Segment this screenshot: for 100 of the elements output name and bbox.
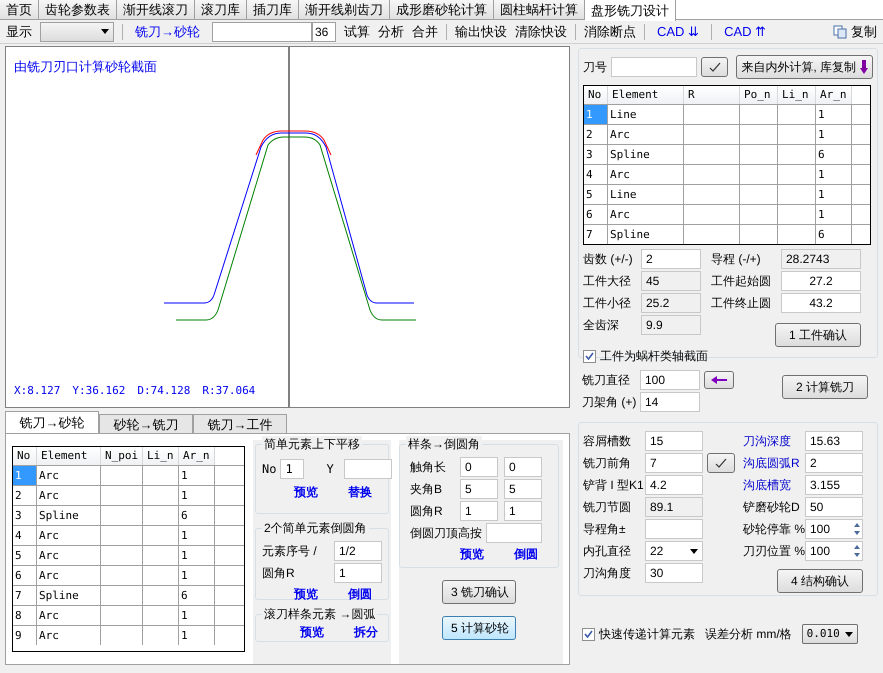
input-field[interactable]: 14 [640,392,700,412]
count-field[interactable]: 36 [312,22,336,42]
action-link[interactable]: 拆分 [354,623,378,641]
tab[interactable]: 首页 [0,0,39,19]
action-link[interactable]: 倒圆 [348,585,372,603]
input-field[interactable]: 5 [504,479,542,499]
action-link[interactable]: 替换 [348,483,372,501]
input-field[interactable]: 3.155 [805,475,863,495]
input-field[interactable]: 9.9 [641,315,701,335]
table-cell: Arc [37,566,101,585]
toolbar-button[interactable]: 消除断点 [584,22,636,42]
input-field[interactable] [645,519,703,539]
input-field[interactable]: 4.2 [645,475,703,495]
tab[interactable]: 圆柱蜗杆计算 [494,0,585,19]
tab[interactable]: 滚刀库 [195,0,247,19]
input-field[interactable]: 50 [805,497,863,517]
input-field[interactable]: 1 [460,501,498,521]
field-label: 触角长 [410,459,447,476]
tab[interactable]: 渐开线滚刀 [117,0,195,19]
action-button[interactable]: 来自内外计算, 库复制 [736,55,873,79]
input-field[interactable]: 5 [460,479,498,499]
input-field[interactable]: 45 [641,271,701,291]
check-button[interactable] [707,453,735,473]
bore-dropdown[interactable]: 22 [645,541,703,561]
display-dropdown[interactable] [40,22,114,42]
down-arrow-icon [860,60,868,74]
spin-field[interactable]: 100 [805,519,863,539]
input-field[interactable]: 2 [805,453,863,473]
action-link[interactable]: 预览 [460,545,484,563]
field-label: 工件起始圆 [711,273,772,290]
copy-button[interactable]: 复制 [833,22,877,42]
checkbox-label: 快速传递计算元素 [599,626,695,643]
checkbox[interactable] [583,350,596,362]
tab[interactable]: 盘形铣刀设计 [585,0,676,21]
input-field[interactable]: 1/2 [334,541,382,561]
input-field[interactable]: 89.1 [645,497,703,517]
column-header: Element [37,447,101,465]
input-field[interactable]: 1 [504,501,542,521]
table-cell: 8 [13,606,37,625]
action-link[interactable]: 预览 [300,623,324,641]
input-field[interactable] [611,57,697,77]
input-field[interactable]: 30 [645,563,703,583]
table-cell: 1 [13,466,37,485]
check-button[interactable] [701,57,728,77]
dropdown-arrow-icon [101,29,109,34]
toolbar-button[interactable]: 清除快设 [515,22,567,42]
input-field[interactable]: 0 [460,457,498,477]
column-header: Element [608,86,684,104]
action-button[interactable]: 3 铣刀确认 [442,580,516,604]
action-link[interactable]: 预览 [294,483,318,501]
spin-field[interactable]: 100 [805,541,863,561]
toolbar-link[interactable]: 铣刀→砂轮 [131,22,204,42]
action-button[interactable]: 4 结构确认 [777,569,863,593]
toolbar-link[interactable]: CAD ⇊ [653,22,704,42]
tab[interactable]: 渐开线剃齿刀 [299,0,390,19]
column-header: No [584,86,608,104]
input-field[interactable]: 25.2 [641,293,701,313]
action-button[interactable]: 1 工件确认 [775,323,861,347]
input-field[interactable]: 27.2 [781,271,861,291]
input-field[interactable]: 15.63 [805,431,863,451]
toolbar-link[interactable]: CAD ⇈ [720,22,770,42]
field-label: Y [326,461,334,478]
input-field[interactable] [212,22,312,42]
arrow-button[interactable] [704,371,734,389]
input-field[interactable]: 15 [645,431,703,451]
table-cell: 4 [584,165,608,184]
table-cell: 1 [816,105,852,124]
tab[interactable]: 齿轮参数表 [39,0,117,19]
table-cell: Arc [608,125,684,144]
input-field[interactable] [486,523,542,543]
input-field[interactable]: 28.2743 [781,249,861,269]
field-label: 工件终止圆 [711,295,772,312]
input-field[interactable]: 43.2 [781,293,861,313]
tab[interactable]: 成形磨砂轮计算 [390,0,494,19]
input-field[interactable]: 100 [640,370,700,390]
tab[interactable]: 铣刀→砂轮 [5,411,99,433]
input-field[interactable]: 1 [334,563,382,583]
tab[interactable]: 插刀库 [247,0,299,19]
input-field[interactable] [344,459,392,479]
field-label: 沟底槽宽 [743,477,792,494]
table-cell: 7 [13,586,37,605]
action-link[interactable]: 倒圆 [514,545,538,563]
tab[interactable]: 砂轮→铣刀 [99,414,193,433]
action-button[interactable]: 5 计算砂轮 [442,616,516,640]
toolbar-button[interactable]: 分析 [378,22,404,42]
input-field[interactable]: 1 [280,459,304,479]
error-dropdown[interactable]: 0.010 [802,624,858,644]
checkbox[interactable] [582,628,595,640]
input-field[interactable]: 2 [641,249,701,269]
toolbar-button[interactable]: 试算 [344,22,370,42]
field-label: 容屑槽数 [583,433,632,450]
check-icon [708,62,721,72]
toolbar-button[interactable]: 输出快设 [455,22,507,42]
action-button[interactable]: 2 计算铣刀 [782,375,868,399]
toolbar-button[interactable]: 合并 [412,22,438,42]
column-header: Li_n [778,86,816,104]
input-field[interactable]: 7 [645,453,703,473]
action-link[interactable]: 预览 [294,585,318,603]
tab[interactable]: 铣刀→工件 [193,414,287,433]
input-field[interactable]: 0 [504,457,542,477]
